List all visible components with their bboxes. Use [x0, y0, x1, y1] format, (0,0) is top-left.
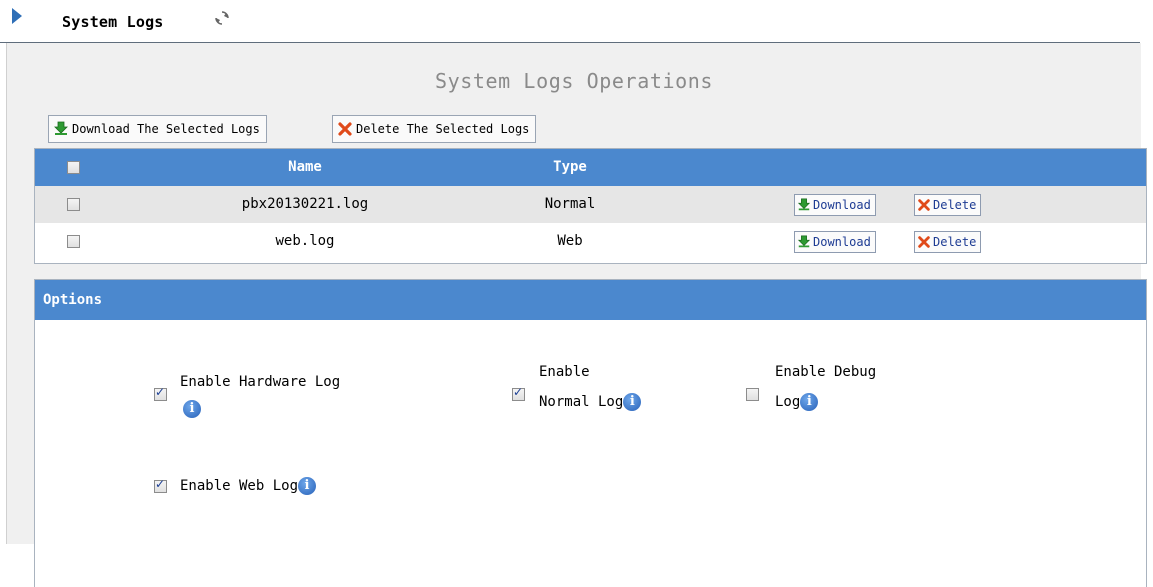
- enable-normal-log-label-line2: Normal Log i: [539, 390, 642, 414]
- options-title: Options: [35, 280, 1146, 320]
- enable-debug-log-label-line1: Enable Debug: [775, 364, 877, 380]
- log-name: pbx20130221.log: [241, 196, 369, 212]
- enable-debug-log-label-text: Log: [775, 394, 801, 410]
- delete-button[interactable]: Delete: [914, 194, 982, 216]
- delete-selected-label: Delete The Selected Logs: [356, 122, 530, 136]
- triangle-right-icon: [12, 8, 22, 24]
- operations-title: System Logs Operations: [434, 69, 714, 93]
- table-header: Name Type: [35, 149, 1146, 186]
- download-icon: [797, 235, 811, 248]
- log-type: Normal: [544, 196, 596, 212]
- delete-x-icon: [338, 122, 352, 136]
- enable-hardware-log-checkbox[interactable]: [154, 385, 167, 401]
- download-icon: [54, 121, 68, 135]
- enable-debug-log-label-line2: Log i: [775, 390, 819, 414]
- delete-x-icon: [918, 199, 930, 211]
- delete-selected-button[interactable]: Delete The Selected Logs: [332, 115, 537, 143]
- download-button[interactable]: Download: [794, 231, 876, 253]
- download-selected-button[interactable]: Download The Selected Logs: [48, 115, 267, 143]
- info-icon[interactable]: i: [623, 393, 642, 411]
- column-header-type: Type: [553, 159, 587, 175]
- download-selected-label: Download The Selected Logs: [72, 122, 260, 136]
- download-label: Download: [813, 235, 871, 249]
- download-label: Download: [813, 198, 871, 212]
- info-icon[interactable]: i: [298, 477, 317, 495]
- page-header: System Logs: [0, 0, 1140, 43]
- enable-hardware-log-label: Enable Hardware Log: [180, 374, 341, 390]
- main-panel: System Logs Operations Download The Sele…: [6, 43, 1147, 587]
- delete-label: Delete: [933, 198, 977, 212]
- enable-web-log-label-text: Enable Web Log: [180, 478, 299, 494]
- download-icon: [797, 198, 811, 211]
- log-type: Web: [557, 233, 583, 249]
- logs-table: Name Type pbx20130221.log Normal Downloa…: [34, 148, 1147, 264]
- enable-web-log-checkbox[interactable]: [154, 477, 167, 493]
- download-button[interactable]: Download: [794, 194, 876, 216]
- delete-button[interactable]: Delete: [914, 231, 982, 253]
- row-checkbox[interactable]: [67, 235, 80, 248]
- column-header-name: Name: [288, 159, 322, 175]
- info-icon[interactable]: i: [183, 400, 201, 418]
- page-title: System Logs: [62, 13, 164, 31]
- delete-label: Delete: [933, 235, 977, 249]
- table-row: pbx20130221.log Normal Download Delete: [35, 186, 1146, 223]
- enable-web-log-label: Enable Web Log i: [180, 474, 317, 498]
- enable-debug-log-checkbox[interactable]: [746, 388, 759, 401]
- table-row: web.log Web Download Delete: [35, 223, 1146, 260]
- log-name: web.log: [275, 233, 335, 249]
- refresh-icon[interactable]: [214, 10, 230, 26]
- row-checkbox[interactable]: [67, 198, 80, 211]
- enable-normal-log-label-text: Normal Log: [539, 394, 624, 410]
- info-icon[interactable]: i: [800, 393, 819, 411]
- delete-x-icon: [918, 236, 930, 248]
- enable-normal-log-checkbox[interactable]: [512, 385, 525, 401]
- enable-normal-log-label-line1: Enable: [539, 364, 590, 380]
- select-all-checkbox[interactable]: [67, 161, 80, 174]
- options-panel: Options Enable Hardware Log i Enable Nor…: [34, 279, 1147, 587]
